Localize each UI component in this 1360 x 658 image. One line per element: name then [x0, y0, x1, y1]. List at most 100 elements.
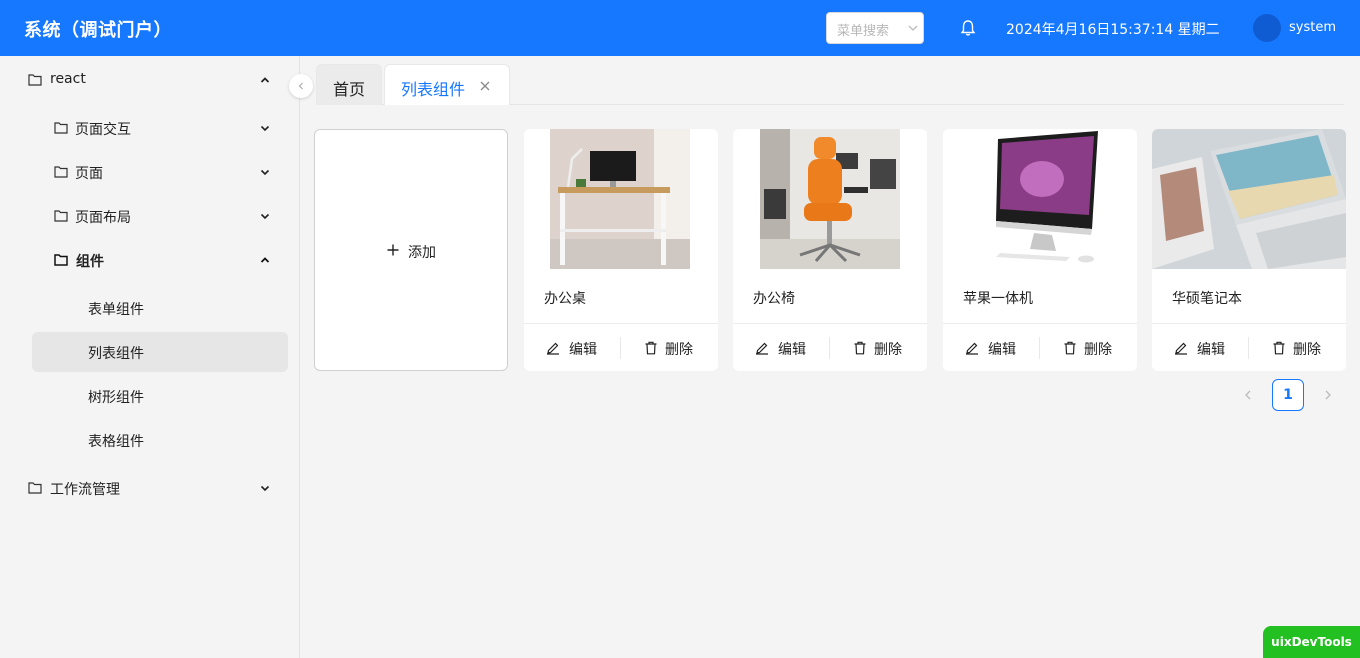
product-image-desk — [550, 129, 690, 269]
tab-bar: 首页 列表组件 — [316, 64, 1344, 105]
sidebar-item-label: react — [50, 71, 86, 87]
trash-icon — [854, 341, 866, 355]
card-title: 办公椅 — [753, 291, 795, 307]
sidebar-item-table-component[interactable]: 表格组件 — [32, 420, 288, 460]
delete-button[interactable]: 删除 — [853, 324, 913, 371]
edit-label: 编辑 — [778, 342, 806, 358]
card-title: 办公桌 — [544, 291, 586, 307]
product-image-laptop — [1152, 129, 1346, 269]
app-title: 系统（调试门户） — [24, 20, 172, 41]
edit-icon — [756, 342, 768, 355]
delete-label: 删除 — [1293, 342, 1321, 358]
product-image-imac — [970, 129, 1110, 269]
edit-icon — [966, 342, 978, 355]
chevron-left-icon — [298, 82, 303, 90]
datetime-display: 2024年4月16日15:37:14 星期二 — [1006, 22, 1220, 38]
avatar[interactable] — [1253, 14, 1281, 42]
card-actions: 编辑 删除 — [733, 323, 927, 371]
sidebar-item-page[interactable]: 页面 — [40, 152, 288, 192]
sidebar-item-list-component[interactable]: 列表组件 — [32, 332, 288, 372]
delete-button[interactable]: 删除 — [1063, 324, 1123, 371]
edit-label: 编辑 — [988, 342, 1016, 358]
chevron-down-icon — [260, 169, 270, 176]
top-header: 系统（调试门户） 菜单搜索 2024年4月16日15:37:14 星期二 sys… — [0, 0, 1360, 56]
sidebar-item-form-component[interactable]: 表单组件 — [32, 288, 288, 328]
sidebar-item-page-interaction[interactable]: 页面交互 — [40, 108, 288, 148]
devtools-button[interactable]: uixDevTools — [1263, 626, 1360, 658]
sidebar-item-label: 页面交互 — [75, 122, 131, 138]
bell-icon[interactable] — [959, 19, 977, 37]
close-icon[interactable] — [479, 80, 491, 92]
sidebar-item-react[interactable]: react — [16, 60, 288, 100]
sidebar-item-components[interactable]: 组件 — [40, 240, 288, 280]
card-title: 华硕笔记本 — [1172, 291, 1242, 307]
chevron-down-icon — [908, 25, 918, 31]
trash-icon — [645, 341, 657, 355]
edit-label: 编辑 — [1197, 342, 1225, 358]
delete-label: 删除 — [665, 342, 693, 358]
folder-icon — [28, 482, 42, 494]
delete-button[interactable]: 删除 — [644, 324, 704, 371]
chevron-down-icon — [260, 125, 270, 132]
tab-home[interactable]: 首页 — [316, 64, 382, 105]
menu-search-select[interactable]: 菜单搜索 — [826, 12, 924, 44]
divider — [620, 337, 621, 359]
folder-icon — [28, 74, 42, 86]
card-title: 苹果一体机 — [963, 291, 1033, 307]
edit-button[interactable]: 编辑 — [1174, 324, 1234, 371]
product-card: 华硕笔记本 编辑 删除 — [1152, 129, 1346, 371]
edit-button[interactable]: 编辑 — [965, 324, 1025, 371]
sidebar-item-label: 页面布局 — [75, 210, 131, 226]
edit-label: 编辑 — [569, 342, 597, 358]
sidebar-item-tree-component[interactable]: 树形组件 — [32, 376, 288, 416]
sidebar-item-workflow[interactable]: 工作流管理 — [16, 468, 288, 508]
edit-button[interactable]: 编辑 — [755, 324, 815, 371]
card-actions: 编辑 删除 — [1152, 323, 1346, 371]
username[interactable]: system — [1289, 20, 1336, 35]
sidebar-item-label: 列表组件 — [88, 346, 144, 362]
pagination-prev-icon[interactable] — [1240, 387, 1256, 403]
chevron-up-icon — [260, 257, 270, 263]
product-image-chair — [760, 129, 900, 269]
folder-icon — [54, 210, 68, 222]
delete-label: 删除 — [874, 342, 902, 358]
pagination-page-current[interactable]: 1 — [1272, 379, 1304, 411]
add-card-label: 添加 — [408, 245, 436, 261]
sidebar-item-label: 工作流管理 — [50, 482, 120, 498]
divider — [1039, 337, 1040, 359]
edit-icon — [547, 342, 559, 355]
edit-icon — [1175, 342, 1187, 355]
chevron-up-icon — [260, 77, 270, 83]
sidebar-item-label: 组件 — [76, 254, 104, 270]
product-card: 苹果一体机 编辑 删除 — [943, 129, 1137, 371]
delete-button[interactable]: 删除 — [1272, 324, 1332, 371]
sidebar-item-label: 页面 — [75, 166, 103, 182]
sidebar-item-label: 表格组件 — [88, 434, 144, 450]
folder-icon — [54, 122, 68, 134]
tab-label: 列表组件 — [401, 80, 466, 99]
sidebar-collapse-button[interactable] — [289, 74, 313, 98]
add-card-button[interactable]: 添加 — [314, 129, 508, 371]
sidebar-item-label: 表单组件 — [88, 302, 144, 318]
edit-button[interactable]: 编辑 — [546, 324, 606, 371]
folder-icon — [54, 254, 68, 266]
pagination-next-icon[interactable] — [1320, 387, 1336, 403]
delete-label: 删除 — [1084, 342, 1112, 358]
chevron-down-icon — [260, 213, 270, 220]
card-actions: 编辑 删除 — [524, 323, 718, 371]
divider — [1248, 337, 1249, 359]
trash-icon — [1064, 341, 1076, 355]
sidebar-item-label: 树形组件 — [88, 390, 144, 406]
chevron-down-icon — [260, 485, 270, 492]
product-card: 办公椅 编辑 删除 — [733, 129, 927, 371]
folder-icon — [54, 166, 68, 178]
tab-list-component[interactable]: 列表组件 — [384, 64, 510, 105]
menu-search-placeholder: 菜单搜索 — [837, 24, 890, 39]
sidebar-item-page-layout[interactable]: 页面布局 — [40, 196, 288, 236]
divider — [829, 337, 830, 359]
card-actions: 编辑 删除 — [943, 323, 1137, 371]
trash-icon — [1273, 341, 1285, 355]
plus-icon — [387, 244, 399, 256]
product-card: 办公桌 编辑 删除 — [524, 129, 718, 371]
tab-label: 首页 — [333, 80, 366, 99]
